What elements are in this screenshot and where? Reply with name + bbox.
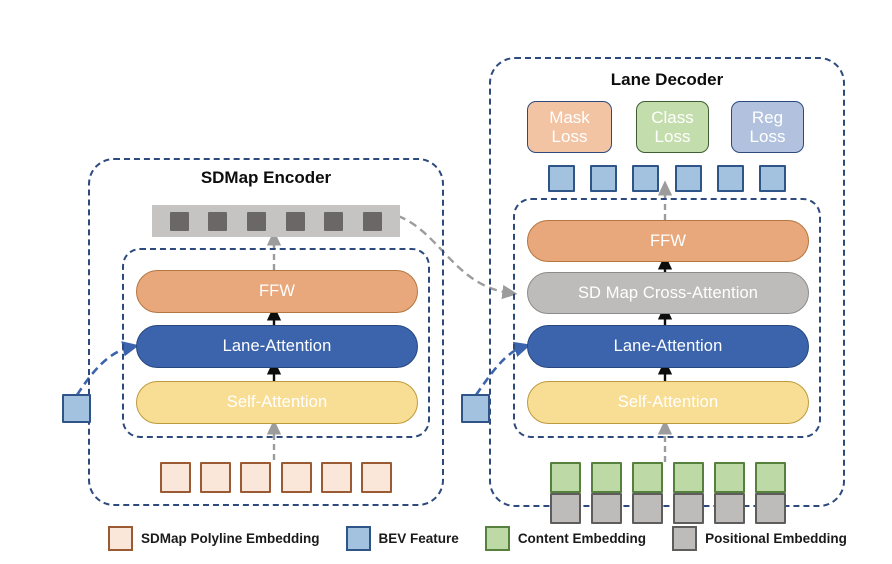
class-loss-box[interactable]: Class Loss <box>636 101 709 153</box>
decoder-token-stack <box>550 462 581 524</box>
decoder-output-token <box>716 164 744 192</box>
decoder-output-token <box>548 164 575 192</box>
positional-embedding-token <box>714 493 745 524</box>
content-embedding-token <box>755 462 786 493</box>
legend-label-bev-feature: BEV Feature <box>378 530 459 546</box>
legend-item-bev-feature: BEV Feature <box>345 525 459 551</box>
decoder-output-token <box>632 164 660 192</box>
reg-loss-line2: Loss <box>749 127 786 146</box>
legend-item-content-embedding: Content Embedding <box>484 525 647 551</box>
decoder-output-token <box>758 164 786 192</box>
legend-swatch-bev-feature <box>345 525 371 551</box>
decoder-sdmap-cross-attention-layer[interactable]: SD Map Cross-Attention <box>527 272 809 314</box>
positional-embedding-token <box>550 493 581 524</box>
content-embedding-token <box>550 462 581 493</box>
diagram-canvas: SDMap Encoder FFW Lane-Attention Self-At… <box>0 0 892 564</box>
reg-loss-box[interactable]: Reg Loss <box>731 101 804 153</box>
decoder-output-token-row <box>548 164 786 192</box>
positional-embedding-token <box>755 493 786 524</box>
lane-decoder-title: Lane Decoder <box>610 70 724 89</box>
legend-label-sdmap-polyline-embedding: SDMap Polyline Embedding <box>141 530 320 546</box>
encoder-lane-attention-layer[interactable]: Lane-Attention <box>136 325 418 368</box>
sdmap-output-token <box>285 211 305 231</box>
decoder-output-token <box>590 164 618 192</box>
positional-embedding-token <box>673 493 704 524</box>
sdmap-output-token <box>169 211 189 231</box>
class-loss-line2: Loss <box>654 127 691 146</box>
mask-loss-line2: Loss <box>551 127 588 146</box>
legend-swatch-content-embedding <box>484 525 510 551</box>
positional-embedding-token <box>632 493 663 524</box>
sdmap-output-token <box>363 211 383 231</box>
sdmap-output-token <box>208 211 228 231</box>
decoder-token-stack <box>632 462 663 524</box>
sdmap-polyline-token <box>360 461 392 493</box>
legend-item-sdmap-polyline-embedding: SDMap Polyline Embedding <box>108 525 320 551</box>
content-embedding-token <box>673 462 704 493</box>
sdmap-polyline-token <box>160 461 191 493</box>
legend-label-content-embedding: Content Embedding <box>517 530 647 546</box>
decoder-token-stack <box>755 462 786 524</box>
encoder-ffw-layer[interactable]: FFW <box>136 270 418 313</box>
mask-loss-box[interactable]: Mask Loss <box>527 101 612 153</box>
positional-embedding-token <box>591 493 622 524</box>
sdmap-output-token <box>247 211 267 231</box>
sdmap-polyline-token-row <box>160 461 392 493</box>
decoder-token-stack <box>591 462 622 524</box>
sdmap-polyline-token <box>240 461 272 493</box>
content-embedding-token <box>591 462 622 493</box>
sdmap-output-token <box>324 211 344 231</box>
decoder-token-stack <box>673 462 704 524</box>
decoder-self-attention-layer[interactable]: Self-Attention <box>527 381 809 424</box>
sdmap-encoder-output-strip <box>152 205 400 237</box>
sdmap-polyline-token <box>320 461 352 493</box>
class-loss-line1: Class <box>651 107 694 127</box>
sdmap-polyline-token <box>280 461 312 493</box>
decoder-bev-feature-token <box>461 394 490 423</box>
decoder-output-token <box>674 164 702 192</box>
legend-label-positional-embedding: Positional Embedding <box>705 530 847 546</box>
legend-item-positional-embedding: Positional Embedding <box>672 525 847 551</box>
legend-swatch-sdmap-polyline-embedding <box>108 525 133 551</box>
sdmap-encoder-title: SDMap Encoder <box>200 168 332 187</box>
decoder-ffw-layer[interactable]: FFW <box>527 220 809 262</box>
sdmap-polyline-token <box>200 461 232 493</box>
content-embedding-token <box>632 462 663 493</box>
decoder-lane-attention-layer[interactable]: Lane-Attention <box>527 325 809 368</box>
decoder-token-stack <box>714 462 745 524</box>
legend-swatch-positional-embedding <box>672 525 698 551</box>
mask-loss-line1: Mask <box>549 107 590 127</box>
encoder-self-attention-layer[interactable]: Self-Attention <box>136 381 418 424</box>
decoder-input-token-row <box>550 462 786 524</box>
content-embedding-token <box>714 462 745 493</box>
encoder-bev-feature-token <box>62 394 91 423</box>
legend: SDMap Polyline Embedding BEV Feature Con… <box>108 525 848 551</box>
reg-loss-line1: Reg <box>751 107 784 127</box>
